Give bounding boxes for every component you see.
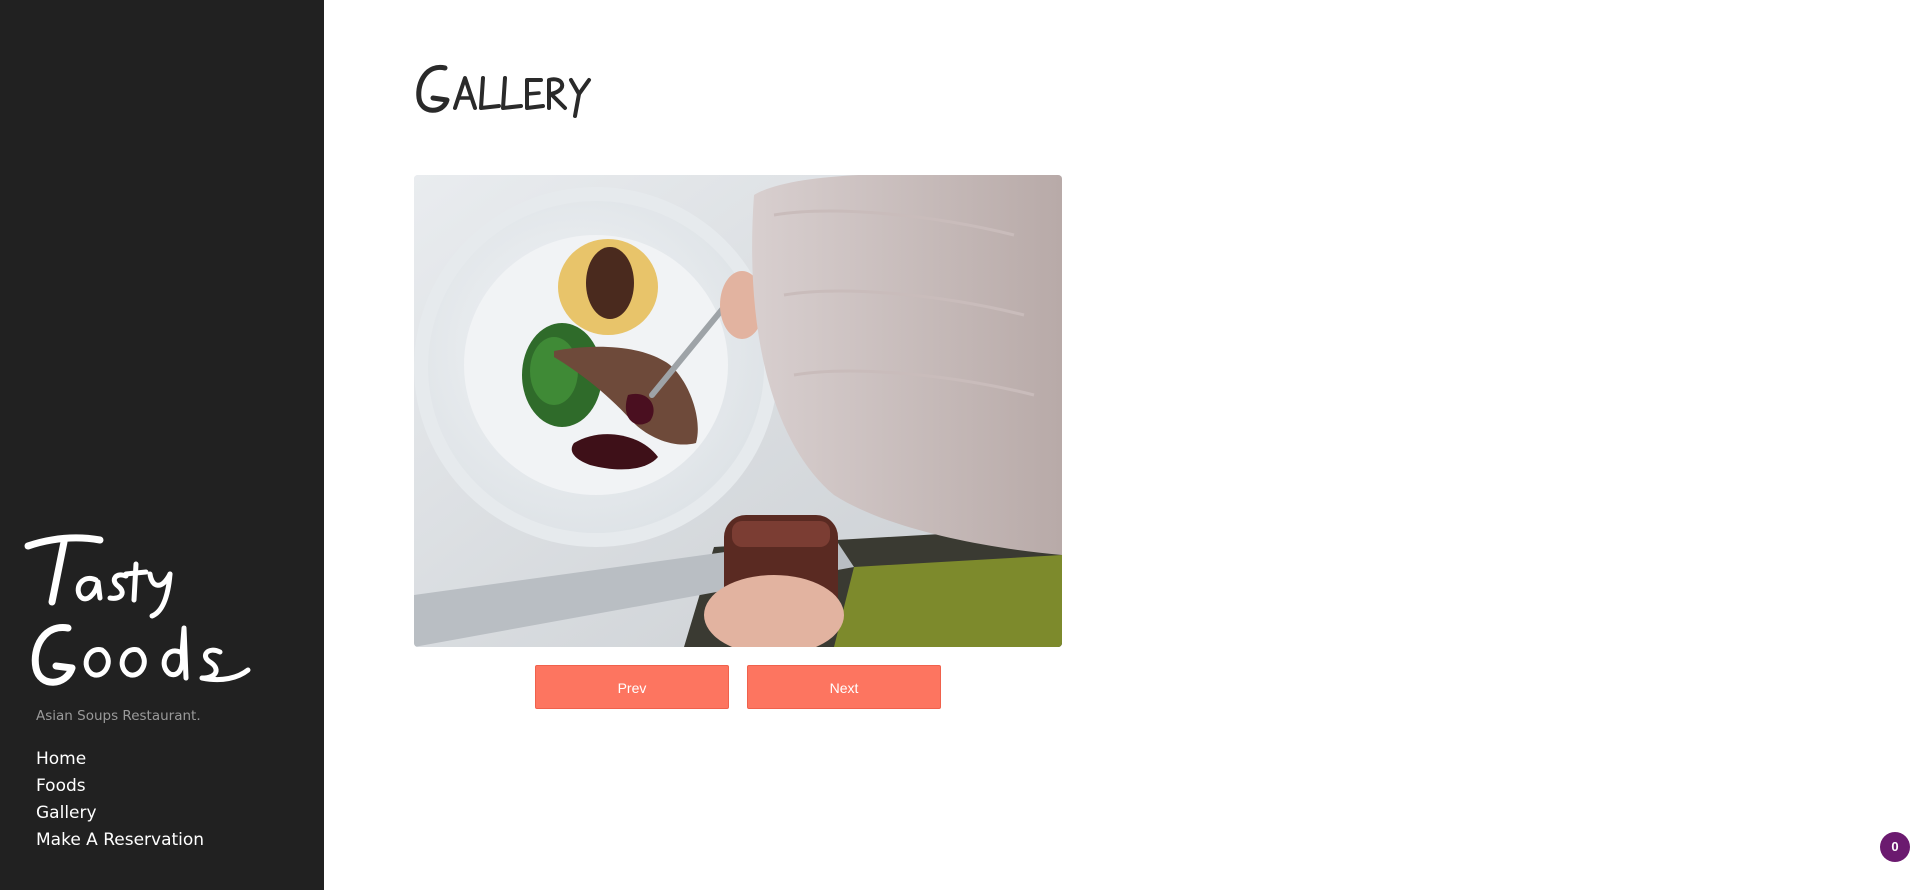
gallery-image	[414, 175, 1062, 647]
food-plate-photo	[414, 175, 1062, 647]
page-title-lettering	[416, 64, 591, 118]
nav-link-gallery[interactable]: Gallery	[36, 800, 204, 827]
prev-button[interactable]: Prev	[535, 665, 729, 709]
nav-item-home: Home	[36, 746, 204, 773]
nav-item-gallery: Gallery	[36, 800, 204, 827]
nav-link-reservation[interactable]: Make A Reservation	[36, 827, 204, 854]
nav-item-reservation: Make A Reservation	[36, 827, 204, 854]
main-content: Prev Next 0	[324, 0, 1920, 890]
notification-badge[interactable]: 0	[1880, 832, 1910, 862]
next-button[interactable]: Next	[747, 665, 941, 709]
brand-tagline: Asian Soups Restaurant.	[36, 708, 201, 724]
sidebar: Asian Soups Restaurant. Home Foods Galle…	[0, 0, 324, 890]
brand-logo[interactable]	[22, 528, 262, 698]
main-nav: Home Foods Gallery Make A Reservation	[36, 746, 204, 854]
nav-item-foods: Foods	[36, 773, 204, 800]
nav-link-home[interactable]: Home	[36, 746, 204, 773]
nav-link-foods[interactable]: Foods	[36, 773, 204, 800]
brand-logo-lettering	[24, 534, 251, 686]
page-title	[413, 58, 593, 130]
